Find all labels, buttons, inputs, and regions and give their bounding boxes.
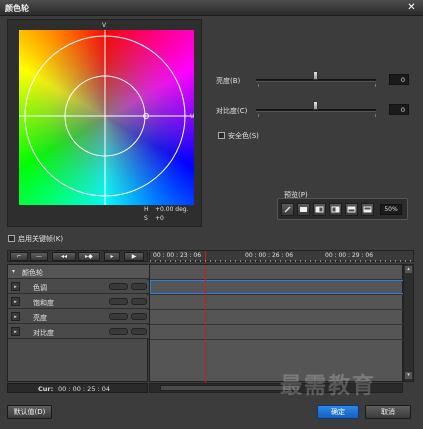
- s-value: +0: [155, 215, 164, 222]
- ok-button[interactable]: 确定: [317, 405, 359, 419]
- contrast-label: 对比度(C): [216, 107, 248, 115]
- track-row-contrast[interactable]: ▸ 对比度: [8, 325, 149, 339]
- split-c-icon[interactable]: [329, 203, 342, 216]
- add-keyframe-button[interactable]: ⌐: [10, 252, 28, 261]
- wheel-overlay: [19, 30, 194, 205]
- track-label: 饱和度: [33, 299, 54, 307]
- safe-color-checkbox[interactable]: [218, 132, 225, 139]
- preview-group: 50%: [277, 198, 408, 220]
- track-row-hue[interactable]: ▸ 色调: [8, 280, 149, 294]
- playhead[interactable]: [205, 265, 206, 383]
- track-label: 色调: [33, 284, 47, 292]
- keyframe-button[interactable]: ▸: [104, 252, 120, 261]
- track-label: 亮度: [33, 314, 47, 322]
- curve-icon[interactable]: [131, 283, 147, 290]
- split-e-icon[interactable]: [361, 203, 374, 216]
- contrast-value[interactable]: 0: [389, 104, 409, 115]
- contrast-ticks: [258, 114, 376, 117]
- group-label: 颜色轮: [22, 269, 43, 277]
- split-b-icon[interactable]: [313, 203, 326, 216]
- enable-keyframe-label: 启用关键帧(K): [18, 235, 64, 243]
- ruler-label-2: 00 : 00 : 26 : 06: [245, 252, 294, 259]
- contrast-thumb[interactable]: [313, 101, 318, 110]
- curve-icon[interactable]: [131, 328, 147, 335]
- keyframe-nav-icon[interactable]: [109, 313, 128, 320]
- selected-track-lane[interactable]: [150, 280, 404, 294]
- ruler-ticks: [150, 260, 415, 262]
- group-row[interactable]: ▾ 颜色轮: [8, 265, 149, 279]
- title-bar: 颜色轮 ✕: [0, 0, 423, 16]
- s-label: S: [144, 215, 148, 222]
- track-label: 对比度: [33, 329, 54, 337]
- u-axis-label: U: [190, 113, 195, 120]
- color-wheel-panel: V U H +0.00 deg. S +0: [7, 19, 202, 227]
- track-row-brightness[interactable]: ▸ 亮度: [8, 310, 149, 324]
- current-time-box: Cur: 00 : 00 : 25 : 04: [7, 383, 148, 393]
- enable-keyframe-checkbox[interactable]: [8, 235, 15, 242]
- curve-icon[interactable]: [131, 298, 147, 305]
- close-icon[interactable]: ✕: [404, 1, 419, 14]
- brightness-thumb[interactable]: [313, 71, 318, 80]
- curve-icon[interactable]: [131, 313, 147, 320]
- edit-icon[interactable]: [281, 203, 294, 216]
- vertical-scrollbar[interactable]: ▴ ▾: [403, 264, 414, 382]
- split-d-icon[interactable]: [345, 203, 358, 216]
- split-a-icon[interactable]: [297, 203, 310, 216]
- timeline-toolbar: ⌐ — ◂◂ ▸◆ ▸ ▶: [7, 250, 148, 262]
- remove-keyframe-button[interactable]: —: [30, 252, 48, 261]
- brightness-ticks: [258, 84, 376, 87]
- track-list: ▾ 颜色轮 ▸ 色调 ▸ 饱和度 ▸ 亮度 ▸ 对比度: [7, 264, 149, 382]
- expand-icon[interactable]: ▸: [11, 282, 20, 291]
- timeline-ruler[interactable]: 00 : 00 : 23 : 06 00 : 00 : 26 : 06 00 :…: [149, 250, 415, 263]
- cur-label: Cur:: [38, 385, 54, 393]
- keyframe-graph[interactable]: [149, 264, 404, 383]
- scroll-up-icon[interactable]: ▴: [405, 266, 412, 273]
- scroll-down-icon[interactable]: ▾: [405, 372, 412, 379]
- ruler-label-3: 00 : 00 : 29 : 06: [325, 252, 374, 259]
- play-button[interactable]: ▶: [124, 252, 144, 261]
- ruler-label-1: 00 : 00 : 23 : 06: [153, 252, 202, 259]
- h-value: +0.00 deg.: [155, 206, 189, 213]
- cancel-button[interactable]: 取消: [365, 405, 411, 419]
- next-keyframe-button[interactable]: ▸◆: [78, 252, 100, 261]
- watermark: 最需教育: [280, 374, 377, 399]
- expand-icon[interactable]: ▸: [11, 327, 20, 336]
- default-button[interactable]: 默认值(D): [7, 405, 52, 419]
- expand-icon[interactable]: ▸: [11, 312, 20, 321]
- expand-icon[interactable]: ▸: [11, 297, 20, 306]
- keyframe-nav-icon[interactable]: [109, 283, 128, 290]
- zoom-value[interactable]: 50%: [380, 204, 402, 215]
- window-title: 颜色轮: [5, 4, 29, 13]
- keyframe-nav-icon[interactable]: [109, 298, 128, 305]
- h-label: H: [144, 206, 149, 213]
- track-row-saturation[interactable]: ▸ 饱和度: [8, 295, 149, 309]
- color-wheel[interactable]: [19, 30, 194, 205]
- brightness-value[interactable]: 0: [389, 74, 409, 85]
- collapse-icon[interactable]: ▾: [12, 268, 15, 275]
- cur-value: 00 : 00 : 25 : 04: [58, 385, 111, 393]
- keyframe-nav-icon[interactable]: [109, 328, 128, 335]
- safe-color-label: 安全色(S): [228, 132, 259, 140]
- scroll-thumb[interactable]: [160, 385, 300, 391]
- prev-keyframe-button[interactable]: ◂◂: [52, 252, 76, 261]
- v-axis-label: V: [102, 22, 107, 29]
- brightness-label: 亮度(B): [216, 77, 241, 85]
